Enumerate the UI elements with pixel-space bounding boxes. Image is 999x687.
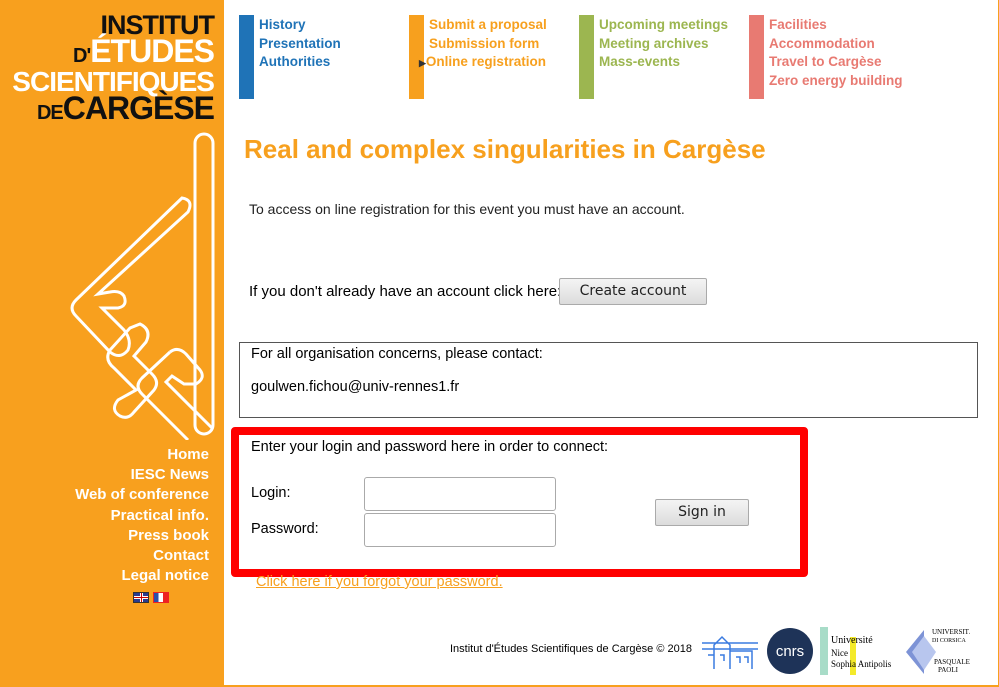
nav-history[interactable]: History (259, 16, 341, 35)
nav-authorities[interactable]: Authorities (259, 53, 341, 72)
logo-line: D' (73, 45, 91, 67)
create-account-button[interactable]: Create account (559, 278, 707, 305)
sidebar-nav: Home IESC News Web of conference Practic… (75, 445, 209, 586)
nav-presentation[interactable]: Presentation (259, 35, 341, 54)
sidebar-item-legal-notice[interactable]: Legal notice (75, 566, 209, 586)
nav-submission-form[interactable]: Submission form (429, 35, 547, 54)
nav-submit-proposal[interactable]: Submit a proposal (429, 16, 547, 35)
svg-text:PASQUALE: PASQUALE (934, 658, 970, 666)
sidebar-item-contact[interactable]: Contact (75, 546, 209, 566)
iesc-logo[interactable]: INSTITUT D'ÉTUDES SCIENTIFIQUES DECARGÈS… (12, 12, 215, 126)
iesc-building-logo-icon (702, 635, 758, 669)
footer-copyright: Institut d'Études Scientifiques de Cargè… (450, 643, 692, 655)
svg-text:cnrs: cnrs (776, 643, 804, 660)
contact-title: For all organisation concerns, please co… (251, 346, 543, 362)
password-label: Password: (251, 521, 319, 537)
login-title: Enter your login and password here in or… (251, 439, 609, 455)
svg-text:UNIVERSITÀ: UNIVERSITÀ (932, 628, 970, 636)
page-title: Real and complex singularities in Cargès… (244, 134, 766, 164)
sidebar-item-iesc-news[interactable]: IESC News (75, 465, 209, 485)
contact-box: For all organisation concerns, please co… (239, 342, 978, 418)
sidebar-item-press-book[interactable]: Press book (75, 526, 209, 546)
nav-facilities[interactable]: Facilities (769, 16, 903, 35)
nav-label: Online registration (425, 54, 546, 69)
nav-travel[interactable]: Travel to Cargèse (769, 53, 903, 72)
login-form: Enter your login and password here in or… (231, 427, 808, 577)
login-input[interactable] (364, 477, 556, 511)
universita-corsica-logo-icon: UNIVERSITÀ DI CORSICA PASQUALEPAOLI (906, 628, 970, 674)
sidebar-item-web-of-conference[interactable]: Web of conference (75, 485, 209, 505)
nav-online-registration[interactable]: ▶Online registration (419, 53, 547, 73)
sidebar-item-practical-info[interactable]: Practical info. (75, 506, 209, 526)
intro-text: To access on line registration for this … (249, 201, 685, 217)
svg-text:Sophia Antipolis: Sophia Antipolis (831, 659, 892, 669)
nav-zero-energy-building[interactable]: Zero energy building (769, 72, 903, 91)
english-flag-icon[interactable] (133, 592, 149, 603)
create-account-prompt: If you don't already have an account cli… (249, 283, 562, 300)
nav-upcoming-meetings[interactable]: Upcoming meetings (599, 16, 728, 35)
login-label: Login: (251, 485, 291, 501)
logo-line: DE (36, 102, 64, 124)
arrow-right-icon: ▶ (419, 58, 426, 68)
forgot-password-link[interactable]: Click here if you forgot your password. (256, 574, 503, 590)
nav-meeting-archives[interactable]: Meeting archives (599, 35, 728, 54)
contact-email: goulwen.fichou@univ-rennes1.fr (251, 379, 460, 395)
nav-mass-events[interactable]: Mass-events (599, 53, 728, 72)
cnrs-logo-icon: cnrs (767, 628, 813, 674)
svg-text:Université: Université (831, 635, 873, 646)
nav-accommodation[interactable]: Accommodation (769, 35, 903, 54)
logo-line: CARGÈSE (62, 90, 215, 126)
sidebar: INSTITUT D'ÉTUDES SCIENTIFIQUES DECARGÈS… (0, 0, 224, 687)
sign-in-button[interactable]: Sign in (655, 499, 749, 526)
partner-logos: cnrs Université Nice Sophia Antipolis UNIV… (700, 626, 970, 676)
iesc-emblem-icon (70, 132, 215, 440)
logo-line: ÉTUDES (90, 33, 215, 69)
svg-text:PAOLI: PAOLI (938, 666, 959, 674)
svg-text:DI CORSICA: DI CORSICA (932, 638, 967, 644)
svg-text:Nice: Nice (831, 648, 848, 658)
uns-logo-icon: Université NiceSophia Antipolis (820, 627, 892, 675)
sidebar-item-home[interactable]: Home (75, 445, 209, 465)
french-flag-icon[interactable] (153, 592, 169, 603)
password-input[interactable] (364, 513, 556, 547)
